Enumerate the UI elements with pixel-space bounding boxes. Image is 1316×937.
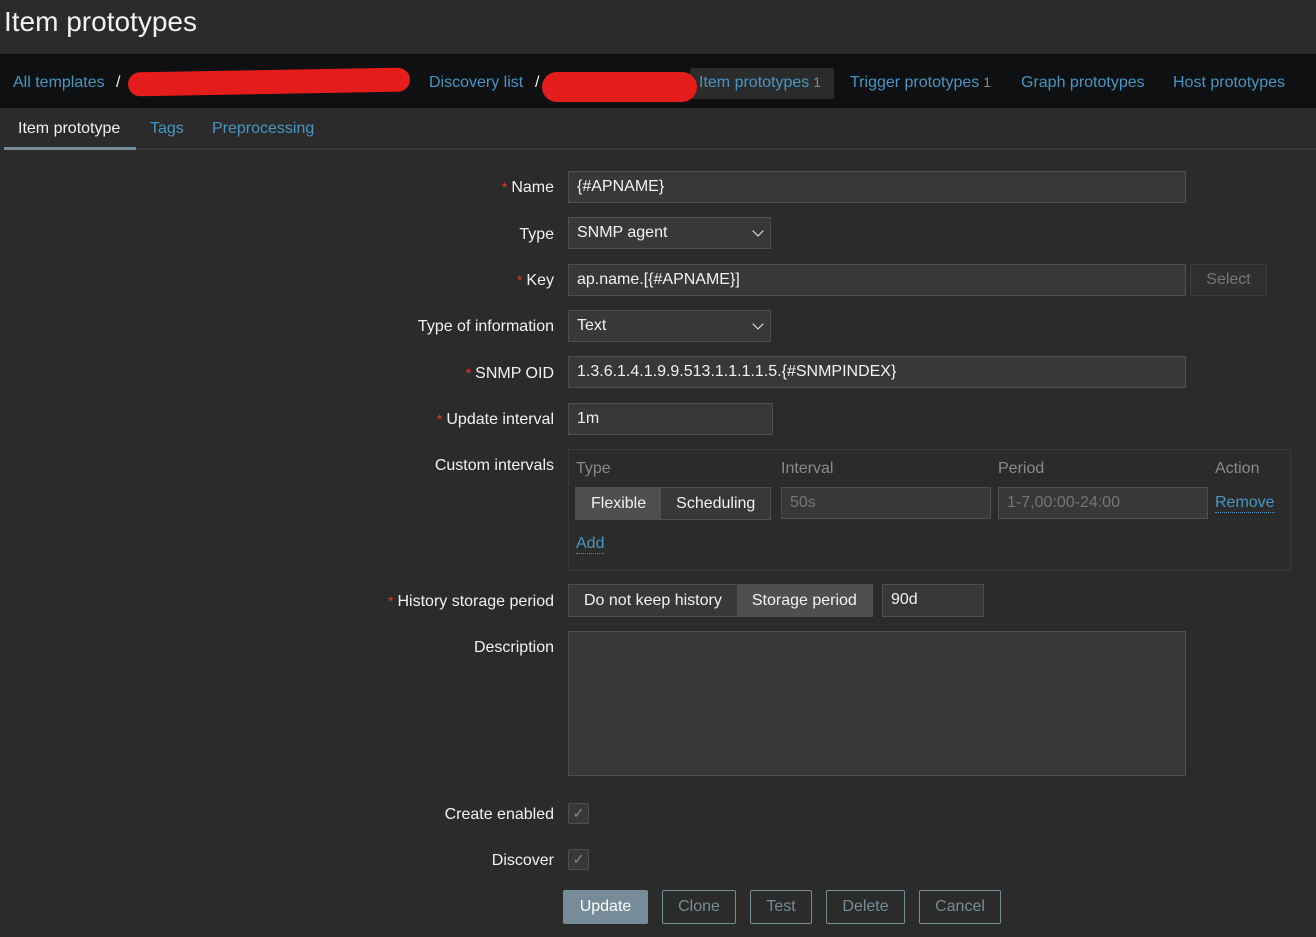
history-storage-period[interactable]: Storage period — [736, 585, 872, 616]
discover-checkbox[interactable]: ✓ — [568, 849, 589, 870]
snmp-oid-input[interactable]: 1.3.6.1.4.1.9.9.513.1.1.1.1.5.{#SNMPINDE… — [568, 356, 1186, 388]
nav-count: 1 — [813, 74, 822, 90]
discover-label: Discover — [491, 852, 554, 869]
breadcrumb-separator: / — [116, 74, 121, 91]
nav-label: Trigger prototypes — [850, 74, 980, 91]
nav-label: Item prototypes — [699, 74, 810, 91]
breadcrumb-discovery-list[interactable]: Discovery list — [429, 74, 523, 92]
description-label: Description — [473, 639, 554, 656]
type-of-info-value: Text — [577, 317, 607, 334]
cancel-button[interactable]: Cancel — [919, 890, 1001, 924]
ci-interval-input[interactable]: 50s — [781, 487, 991, 519]
ci-period-input[interactable]: 1-7,00:00-24:00 — [998, 487, 1208, 519]
label-text: Key — [526, 272, 554, 289]
ci-remove-link[interactable]: Remove — [1215, 494, 1275, 513]
key-input[interactable]: ap.name.[{#APNAME}] — [568, 264, 1186, 296]
form-tabs — [4, 108, 1316, 150]
ci-header-type: Type — [576, 460, 611, 477]
redacted-template-name — [127, 67, 411, 97]
type-of-info-select[interactable]: Text — [568, 310, 771, 342]
ci-header-action: Action — [1215, 460, 1260, 477]
snmp-oid-label: * SNMP OID — [465, 365, 554, 382]
redacted-rule-name — [542, 72, 697, 102]
type-select[interactable]: SNMP agent — [568, 217, 771, 249]
ci-type-scheduling[interactable]: Scheduling — [661, 488, 770, 519]
clone-button[interactable]: Clone — [662, 890, 736, 924]
type-of-info-label: Type of information — [417, 318, 554, 335]
history-toggle: Do not keep history Storage period — [568, 584, 873, 617]
ci-type-toggle: Flexible Scheduling — [575, 487, 772, 520]
update-button[interactable]: Update — [563, 890, 648, 924]
label-text: Update interval — [446, 411, 554, 428]
page-title: Item prototypes — [4, 6, 197, 37]
tab-tags[interactable]: Tags — [150, 120, 184, 138]
create-enabled-checkbox[interactable]: ✓ — [568, 803, 589, 824]
key-select-button[interactable]: Select — [1190, 264, 1267, 296]
type-value: SNMP agent — [577, 224, 668, 241]
description-textarea[interactable] — [568, 631, 1186, 776]
type-label: Type — [519, 226, 554, 243]
history-input[interactable]: 90d — [882, 584, 984, 617]
breadcrumb-separator: / — [535, 74, 540, 91]
update-interval-input[interactable]: 1m — [568, 403, 773, 435]
nav-trigger-prototypes[interactable]: Trigger prototypes 1 — [850, 74, 991, 92]
ci-add-link[interactable]: Add — [576, 535, 605, 554]
breadcrumb-all-templates[interactable]: All templates — [13, 74, 105, 92]
create-enabled-label: Create enabled — [444, 806, 554, 823]
tab-preprocessing[interactable]: Preprocessing — [212, 120, 314, 138]
nav-item-prototypes[interactable]: Item prototypes 1 — [699, 74, 821, 92]
name-input[interactable]: {#APNAME} — [568, 171, 1186, 203]
ci-header-interval: Interval — [781, 460, 834, 477]
ci-header-period: Period — [998, 460, 1045, 477]
nav-host-prototypes[interactable]: Host prototypes — [1173, 74, 1285, 92]
tab-item-prototype[interactable]: Item prototype — [18, 120, 120, 138]
check-icon: ✓ — [572, 851, 585, 867]
history-do-not-keep[interactable]: Do not keep history — [569, 585, 737, 616]
name-label: * Name — [501, 179, 554, 196]
nav-count: 1 — [983, 74, 992, 90]
label-text: History storage period — [397, 593, 554, 610]
label-text: SNMP OID — [475, 365, 554, 382]
history-label: * History storage period — [388, 593, 554, 610]
nav-graph-prototypes[interactable]: Graph prototypes — [1021, 74, 1145, 92]
custom-intervals-label: Custom intervals — [434, 457, 554, 474]
ci-type-flexible[interactable]: Flexible — [576, 488, 662, 519]
label-text: Name — [511, 179, 554, 196]
key-label: * Key — [516, 272, 554, 289]
update-interval-label: * Update interval — [436, 411, 554, 428]
test-button[interactable]: Test — [750, 890, 812, 924]
check-icon: ✓ — [572, 805, 585, 821]
delete-button[interactable]: Delete — [826, 890, 905, 924]
